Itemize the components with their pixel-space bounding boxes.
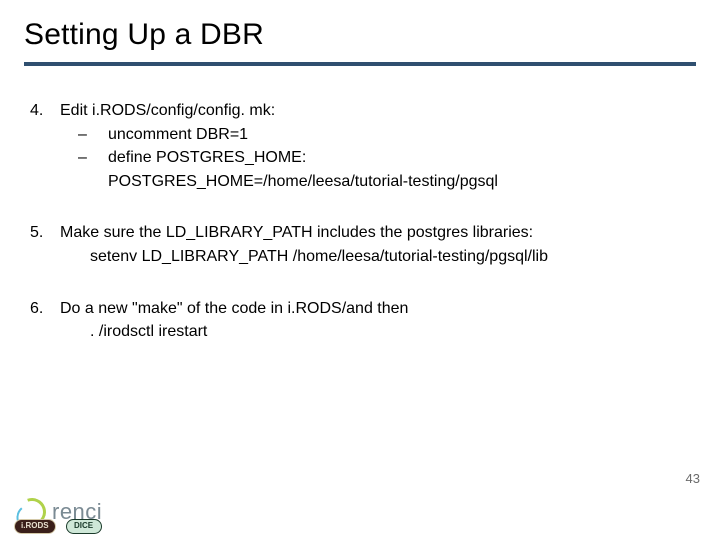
page-number: 43: [686, 471, 700, 486]
slide-title: Setting Up a DBR: [24, 18, 696, 52]
item-number: 6.: [30, 298, 60, 343]
slide: Setting Up a DBR 4. Edit i.RODS/config/c…: [0, 0, 720, 540]
dash: –: [78, 124, 108, 146]
command-text: setenv LD_LIBRARY_PATH /home/leesa/tutor…: [60, 246, 690, 268]
item-body: Make sure the LD_LIBRARY_PATH includes t…: [60, 222, 690, 267]
content-area: 4. Edit i.RODS/config/config. mk: – unco…: [24, 72, 696, 343]
item-text: Do a new "make" of the code in i.RODS/an…: [60, 298, 690, 320]
dash: –: [78, 147, 108, 169]
item-text: Make sure the LD_LIBRARY_PATH includes t…: [60, 222, 690, 244]
sub-item: – uncomment DBR=1: [60, 124, 690, 146]
sub-item: – define POSTGRES_HOME:: [60, 147, 690, 169]
sub-sub-text: POSTGRES_HOME=/home/leesa/tutorial-testi…: [60, 171, 690, 193]
irods-badge: i.RODS: [14, 519, 56, 534]
item-text: Edit i.RODS/config/config. mk:: [60, 100, 690, 122]
list-item: 4. Edit i.RODS/config/config. mk: – unco…: [30, 100, 690, 192]
badge-row: i.RODS DICE: [14, 519, 102, 534]
command-text: . /irodsctl irestart: [60, 321, 690, 343]
list-item: 6. Do a new "make" of the code in i.RODS…: [30, 298, 690, 343]
list-item: 5. Make sure the LD_LIBRARY_PATH include…: [30, 222, 690, 267]
item-body: Do a new "make" of the code in i.RODS/an…: [60, 298, 690, 343]
sub-text: define POSTGRES_HOME:: [108, 147, 306, 169]
sub-text: uncomment DBR=1: [108, 124, 248, 146]
item-number: 5.: [30, 222, 60, 267]
item-body: Edit i.RODS/config/config. mk: – uncomme…: [60, 100, 690, 192]
title-block: Setting Up a DBR: [24, 18, 696, 66]
title-underline: [24, 62, 696, 66]
dice-badge: DICE: [66, 519, 102, 534]
item-number: 4.: [30, 100, 60, 192]
